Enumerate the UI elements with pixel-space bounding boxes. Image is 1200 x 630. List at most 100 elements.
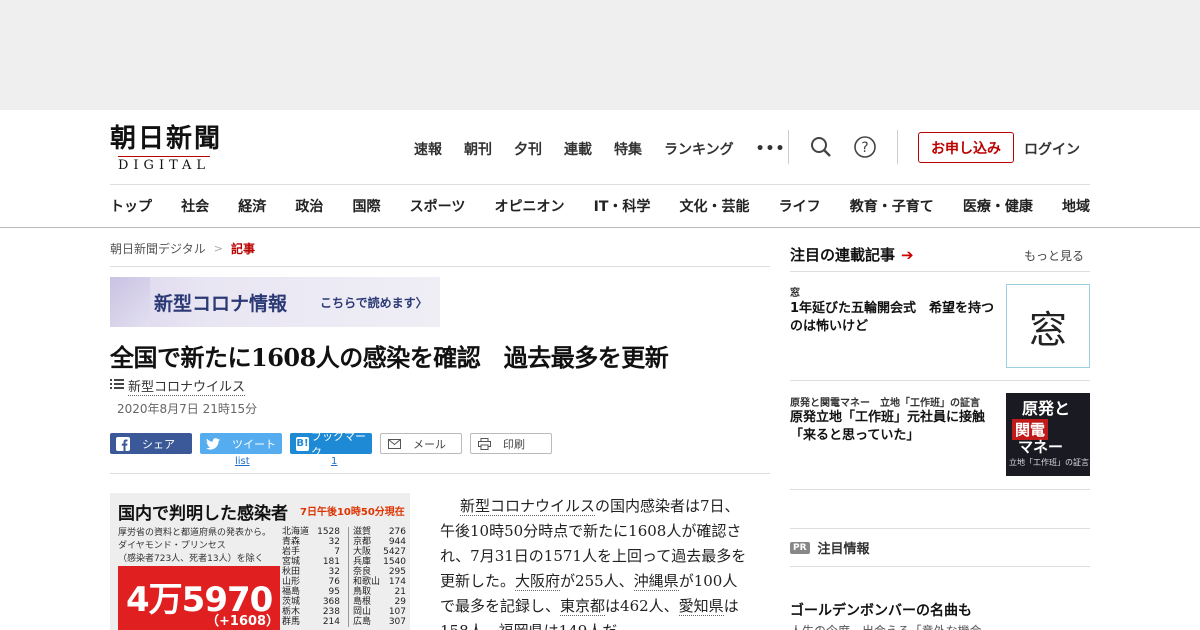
series-tag[interactable]: 原発と関電マネー 立地「工作班」の証言: [790, 394, 980, 409]
divider: [790, 380, 1090, 381]
see-more-link[interactable]: もっと見る: [1024, 247, 1084, 264]
prefecture-count: 368: [322, 597, 340, 607]
keyword-link[interactable]: 新型コロナウイルス: [460, 497, 596, 516]
infographic-note-line: （感染者723人、死者13人）を除く: [118, 554, 264, 564]
hatena-bookmark-button[interactable]: B! ブックマーク: [290, 430, 372, 459]
login-link[interactable]: ログイン: [1024, 139, 1080, 159]
nav-item-education[interactable]: 教育・子育て: [850, 196, 934, 216]
prefecture-name: 滋賀: [353, 527, 372, 537]
prefecture-name: 宮城: [282, 557, 301, 567]
twitter-count[interactable]: list: [235, 456, 250, 467]
pr-badge: PR: [790, 541, 810, 554]
series-thumbnail[interactable]: 窓: [1006, 284, 1090, 368]
prefecture-count: 21: [394, 587, 406, 597]
prefecture-count: 5427: [383, 547, 406, 557]
nav-item-top[interactable]: トップ: [110, 196, 152, 216]
prefecture-row: 奈良 295: [353, 567, 406, 577]
prefecture-count: 107: [388, 607, 406, 617]
infographic-title: 国内で判明した感染者: [118, 504, 288, 524]
body-text: は149人だ: [544, 622, 618, 630]
twitter-share-label: ツイート: [232, 437, 276, 451]
nav-item-economy[interactable]: 経済: [238, 196, 266, 216]
featured-series-heading[interactable]: 注目の連載記事 ➔: [790, 244, 914, 265]
divider: [790, 528, 1090, 529]
breadcrumb: 朝日新聞デジタル > 記事: [110, 240, 255, 257]
prefecture-name: 京都: [353, 537, 372, 547]
keyword-link[interactable]: 大阪府: [515, 572, 561, 591]
topnav-item-ranking[interactable]: ランキング: [664, 139, 734, 159]
prefecture-count: 95: [328, 587, 340, 597]
prefecture-column-left: 北海道 1528 青森 32 岩手 7 宮城 181 秋田 32 山形 76 福島 95 茨城 368 栃木 23…: [282, 527, 340, 627]
infographic-note: 厚労省の資料と都道府県の発表から。 ダイヤモンド・プリンセス （感染者723人、…: [118, 527, 278, 566]
twitter-share-button[interactable]: ツイート: [200, 433, 282, 454]
help-icon[interactable]: ?: [852, 134, 878, 160]
prefecture-row: 青森 32: [282, 537, 340, 547]
keyword-link[interactable]: 愛知県: [678, 597, 724, 616]
prefecture-count: 1528: [317, 527, 340, 537]
series-thumbnail[interactable]: 原発と 関電 マネー 立地「工作班」の証言: [1006, 393, 1090, 476]
search-icon[interactable]: [808, 134, 834, 160]
svg-text:?: ?: [861, 140, 868, 156]
topnav-item-morning[interactable]: 朝刊: [464, 139, 492, 159]
keyword-link[interactable]: 東京都: [560, 597, 606, 616]
prefecture-row: 茨城 368: [282, 597, 340, 607]
nav-item-it-science[interactable]: IT・科学: [594, 196, 651, 216]
article-body: 新型コロナウイルスの国内感染者は7日、午後10時50分時点で新たに1608人が確…: [440, 494, 750, 630]
article-topic[interactable]: 新型コロナウイルス: [110, 376, 246, 396]
list-icon: [110, 378, 124, 394]
nav-item-international[interactable]: 国際: [353, 196, 381, 216]
series-article-title[interactable]: 1年延びた五輪開会式 希望を持つのは怖いけど: [790, 300, 1002, 336]
mail-icon: [387, 437, 401, 451]
pr-item-title[interactable]: ゴールデンボンバーの名曲も: [790, 600, 972, 620]
prefecture-count: 944: [388, 537, 406, 547]
thumbnail-text: 立地「工作班」の証言: [1009, 458, 1089, 467]
site-header: 朝日新聞 DIGITAL 速報 朝刊 夕刊 連載 特集 ランキング ••• ? …: [0, 110, 1200, 228]
breadcrumb-home[interactable]: 朝日新聞デジタル: [110, 240, 206, 257]
prefecture-name: 兵庫: [353, 557, 372, 567]
more-menu-button[interactable]: •••: [756, 141, 786, 157]
prefecture-count: 214: [322, 617, 340, 627]
infographic-total: 4万5970人 （+1608）: [118, 566, 280, 630]
nav-item-sports[interactable]: スポーツ: [410, 196, 466, 216]
keyword-link[interactable]: 沖縄県: [633, 572, 679, 591]
ad-banner-area: [0, 0, 1200, 110]
keyword-link[interactable]: 福岡県: [498, 622, 544, 630]
topnav-item-series[interactable]: 連載: [564, 139, 592, 159]
topnav-item-breaking[interactable]: 速報: [414, 139, 442, 159]
series-tag[interactable]: 窓: [790, 284, 800, 299]
hatena-count[interactable]: 1: [331, 456, 337, 467]
prefecture-row: 岡山 107: [353, 607, 406, 617]
facebook-share-button[interactable]: シェア: [110, 433, 192, 454]
nav-item-society[interactable]: 社会: [181, 196, 209, 216]
breadcrumb-separator: >: [213, 242, 223, 255]
prefecture-count: 76: [328, 577, 340, 587]
subscribe-button[interactable]: お申し込み: [918, 132, 1014, 163]
series-article-title[interactable]: 原発立地「工作班」元社員に接触 「来ると思っていた」: [790, 409, 1002, 445]
print-icon: [477, 437, 491, 451]
nav-item-culture[interactable]: 文化・芸能: [680, 196, 750, 216]
nav-item-life[interactable]: ライフ: [779, 196, 821, 216]
prefecture-name: 茨城: [282, 597, 301, 607]
print-button[interactable]: 印刷: [470, 433, 552, 454]
prefecture-name: 青森: [282, 537, 301, 547]
nav-item-opinion[interactable]: オピニオン: [494, 196, 564, 216]
prefecture-row: 広島 307: [353, 617, 406, 627]
nav-item-health[interactable]: 医療・健康: [963, 196, 1033, 216]
prefecture-row: 北海道 1528: [282, 527, 340, 537]
hatena-icon: B!: [296, 436, 309, 451]
divider: [790, 489, 1090, 490]
prefecture-count: 181: [322, 557, 340, 567]
corona-info-banner[interactable]: 新型コロナ情報 こちらで読めます〉: [110, 277, 440, 327]
nav-item-politics[interactable]: 政治: [295, 196, 323, 216]
prefecture-count: 32: [328, 537, 340, 547]
prefecture-name: 群馬: [282, 617, 301, 627]
topnav-item-features[interactable]: 特集: [614, 139, 642, 159]
infographic-note-line: ダイヤモンド・プリンセス: [118, 541, 226, 551]
mail-share-button[interactable]: メール: [380, 433, 462, 454]
facebook-icon: [116, 436, 130, 451]
logo-wordmark: 朝日新聞: [110, 124, 223, 154]
topnav-item-evening[interactable]: 夕刊: [514, 139, 542, 159]
nav-item-region[interactable]: 地域: [1062, 196, 1090, 216]
site-logo[interactable]: 朝日新聞 DIGITAL: [110, 124, 240, 173]
pr-item-subtitle[interactable]: 人生の今度、出会える「意外な機会: [790, 622, 982, 630]
